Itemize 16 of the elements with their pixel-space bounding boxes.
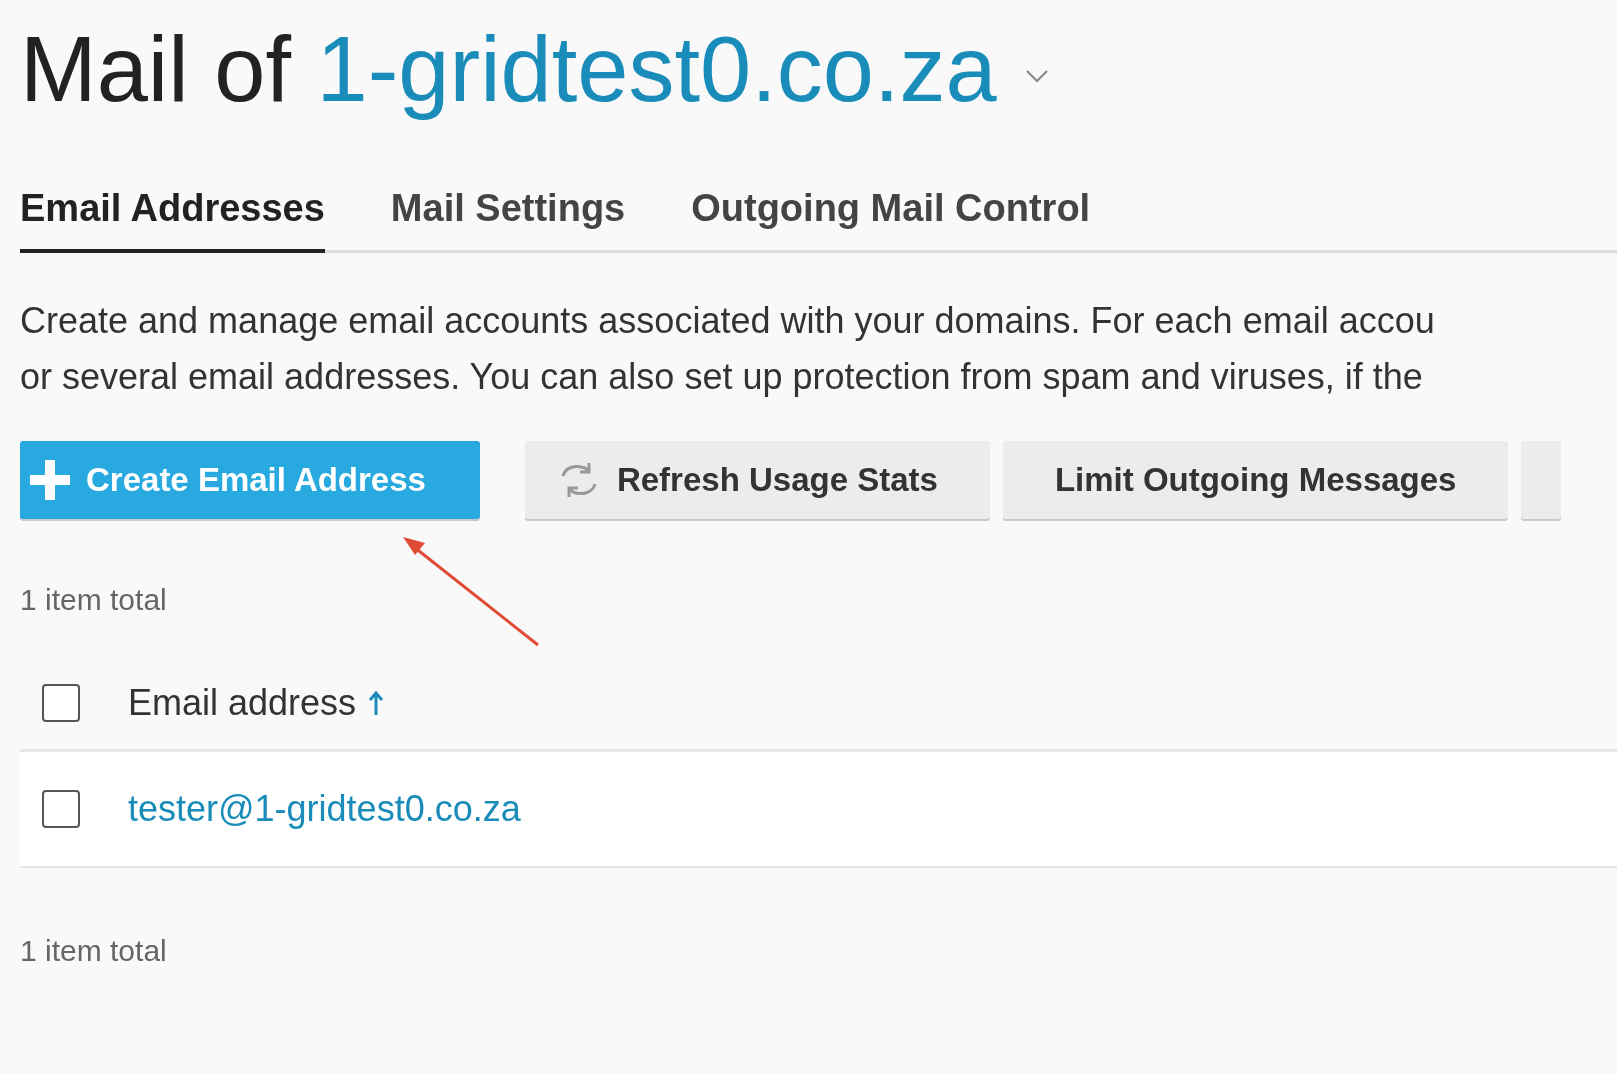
description-text: Create and manage email accounts associated with your domains. For each email accou [20,299,1435,343]
toolbar-button[interactable]: Limit Outgoing Messages [1002,441,1509,519]
checkbox[interactable] [42,790,80,828]
description-text: or several email addresses. You can also set up protection from spam and viruses, if the [20,355,1423,399]
email-link[interactable]: tester@1-gridtest0.co.za [128,782,521,836]
tab[interactable]: Outgoing Mail Control [691,180,1091,253]
checkbox[interactable] [42,683,80,722]
item-count: 1 item total [20,933,167,969]
column-header[interactable]: Email address [128,675,385,730]
chevron-down-icon[interactable] [1024,69,1049,83]
tab[interactable]: Mail Settings [390,180,626,253]
item-count: 1 item total [20,582,167,618]
toolbar-button[interactable]: Refresh Usage Stats [524,441,990,519]
tab[interactable]: Email Addresses [20,180,325,253]
page-title: Mail of 1-gridtest0.co.za [20,16,997,122]
plus-icon [30,460,70,500]
